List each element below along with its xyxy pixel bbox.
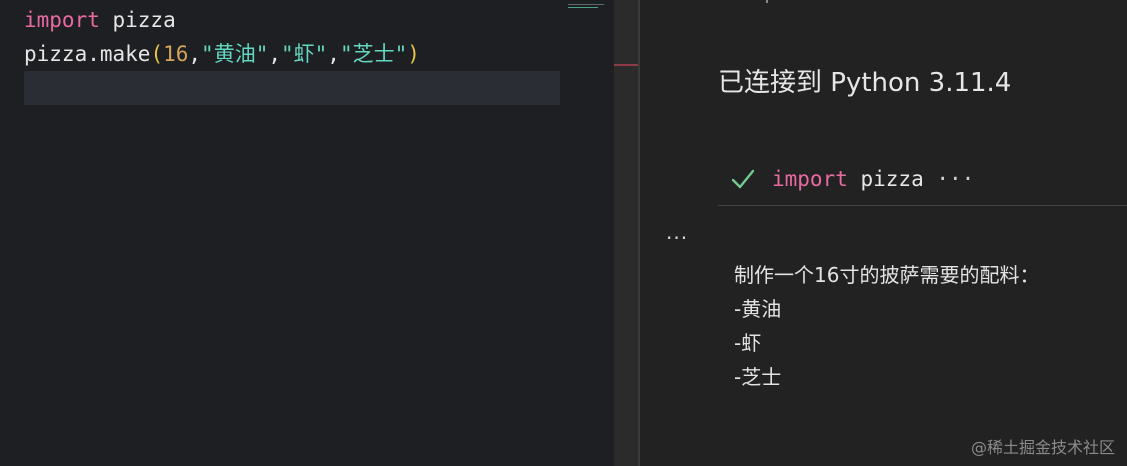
code-editor[interactable]: import pizza pizza.make(16,"黄油","虾","芝士"…: [0, 0, 612, 466]
editor-scrollbar[interactable]: [614, 0, 638, 466]
scrollbar-marker: [614, 64, 638, 66]
topping-argument-1: "黄油": [201, 42, 269, 66]
output-line: -黄油: [734, 297, 782, 321]
cell-output: 制作一个16寸的披萨需要的配料： -黄油 -虾 -芝士: [734, 258, 1039, 394]
watermark: @稀土掘金技术社区: [970, 438, 1115, 457]
interactive-window: 已连接到 Python 3.11.4 import pizza ··· ··· …: [640, 0, 1127, 466]
topping-argument-2: "虾": [281, 42, 328, 66]
module-name: pizza: [99, 8, 176, 32]
kernel-status: 已连接到 Python 3.11.4: [718, 68, 1012, 98]
code-line-2[interactable]: pizza.make(16,"黄油","虾","芝士"): [24, 37, 420, 71]
output-line: 制作一个16寸的披萨需要的配料：: [734, 263, 1040, 287]
cell-import-keyword: import: [772, 167, 848, 191]
cell-expand-ellipsis[interactable]: ···: [924, 167, 974, 191]
topping-argument-3: "芝士": [339, 42, 408, 66]
comma: ,: [188, 42, 202, 66]
comma: ,: [268, 42, 281, 66]
output-line: -芝士: [734, 365, 782, 389]
cell-code: import pizza ···: [772, 167, 974, 191]
output-line: -虾: [734, 331, 762, 355]
size-argument: 16: [163, 42, 189, 66]
minimap[interactable]: [568, 4, 604, 10]
comma: ,: [327, 42, 340, 66]
check-icon: [731, 169, 755, 189]
pane-top-marker: [766, 0, 768, 3]
import-keyword: import: [24, 8, 100, 32]
output-more-actions-icon[interactable]: ···: [666, 226, 688, 250]
executed-cell[interactable]: import pizza ···: [718, 159, 1127, 206]
function-call: pizza.make: [24, 42, 151, 66]
cell-module-name: pizza: [847, 167, 924, 191]
open-paren: (: [150, 42, 164, 66]
current-line-highlight: [24, 71, 560, 105]
close-paren: ): [407, 42, 420, 66]
code-line-1[interactable]: import pizza: [24, 3, 176, 37]
